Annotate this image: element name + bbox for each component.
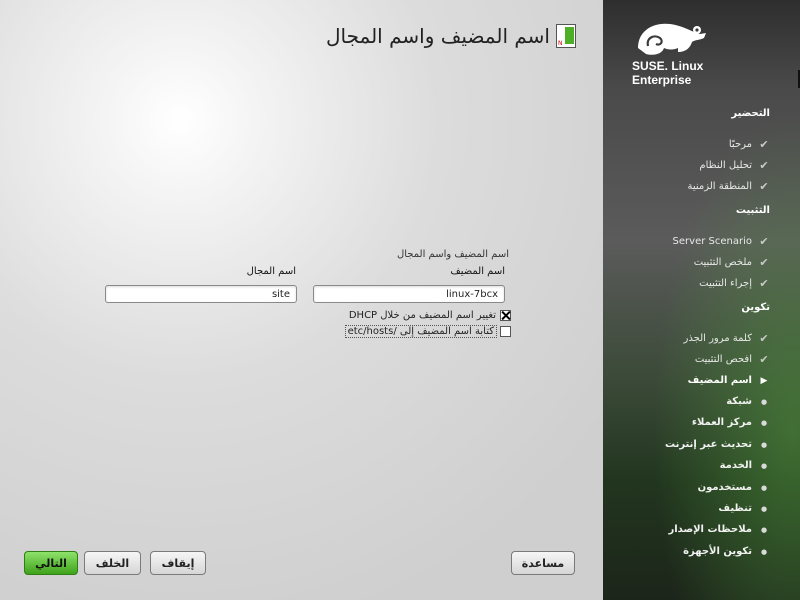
main-panel: اسم المضيف واسم المجال N اسم المضيف واسم… [0,0,603,600]
bullet-icon: ● [760,525,768,534]
step-label: إجراء التثبيت [699,278,752,289]
sidebar-step: ● مركز العملاء [692,417,770,428]
etchosts-checkbox-label: كتابة اسم المضيف إلى /etc/hosts [344,325,498,338]
check-icon: ✔ [759,256,769,269]
section-title-installation: التثبيت [735,205,770,216]
step-label: تحليل النظام [699,160,752,171]
dhcp-checkbox[interactable] [500,310,511,321]
step-label: مركز العملاء [691,417,752,428]
sidebar-step: ✔ إجراء التثبيت [699,277,770,290]
etchosts-checkbox-row[interactable]: كتابة اسم المضيف إلى /etc/hosts [344,325,511,338]
sidebar-step: ✔ تحليل النظام [699,159,770,172]
bullet-icon: ● [760,440,768,449]
step-label: تنظيف [718,503,752,514]
bullet-icon: ● [760,547,768,556]
step-label: الخدمة [719,460,752,471]
step-label: ملخص التثبيت [693,257,752,268]
sidebar-step: ● تحديث عبر إنترنت [665,439,770,450]
etchosts-checkbox[interactable] [500,326,511,337]
sidebar-step: ✔ ملخص التثبيت [694,256,770,269]
suse-chameleon-logo [638,23,706,55]
section-title-preparation: التحضير [731,108,770,119]
page-title: اسم المضيف واسم المجال [325,24,550,48]
step-label: ملاحظات الإصدار [668,524,752,535]
next-button[interactable]: التالي [24,551,78,575]
arrow-right-icon: ▶ [760,375,768,386]
bullet-icon: ● [760,397,768,406]
check-icon: ✔ [759,180,769,193]
step-label: افحص التثبيت [694,354,752,365]
sidebar-step: ● شبكة [726,396,770,407]
dhcp-checkbox-row[interactable]: تغيير اسم المضيف من خلال DHCP [349,310,511,321]
step-label: المنطقة الزمنية [687,181,752,192]
frame-label: اسم المضيف واسم المجال [396,249,509,260]
bullet-icon: ● [760,461,768,470]
check-icon: ✔ [759,159,769,172]
hostname-label: اسم المضيف [450,266,505,277]
step-label: اسم المضيف [687,375,752,386]
sidebar-step: ● ملاحظات الإصدار [668,524,770,535]
check-icon: ✔ [759,235,769,248]
section-title-configuration: تكوين [741,302,770,313]
domain-input[interactable]: site [105,285,297,303]
check-icon: ✔ [759,332,769,345]
step-label: كلمة مرور الجذر [683,333,752,344]
step-label: تكوين الأجهزة [683,546,752,557]
check-icon: ✔ [759,353,769,366]
sidebar-step: ✔ Server Scenario [673,235,770,248]
sidebar-step: ✔ كلمة مرور الجذر [684,332,770,345]
check-icon: ✔ [759,138,769,151]
bullet-icon: ● [760,504,768,513]
step-label: تحديث عبر إنترنت [664,439,752,450]
help-button[interactable]: مساعدة [511,551,575,575]
step-label: شبكة [726,396,752,407]
sidebar-step: ● مستخدمون [698,482,770,493]
sidebar-step-current: ▶ اسم المضيف [688,375,770,386]
check-icon: ✔ [759,277,769,290]
dhcp-checkbox-label: تغيير اسم المضيف من خلال DHCP [348,310,496,321]
abort-button[interactable]: إيقاف [150,551,206,575]
suse-logo-text: SUSE. Linux Enterprise [632,59,703,87]
hostname-input[interactable]: linux-7bcx [313,285,505,303]
back-button[interactable]: الخلف [84,551,141,575]
step-label: Server Scenario [672,236,752,247]
logo-line1: SUSE. Linux [632,59,704,73]
steps-sidebar: SUSE. Linux Enterprise التحضير ✔ مرحبًا ✔… [603,0,800,600]
logo-line2: Enterprise [632,73,692,87]
sidebar-step: ● تنظيف [718,503,770,514]
sidebar-step: ✔ المنطقة الزمنية [687,180,770,193]
page-header: اسم المضيف واسم المجال N [326,24,576,48]
step-label: مستخدمون [697,482,752,493]
bullet-icon: ● [760,483,768,492]
bullet-icon: ● [760,418,768,427]
network-card-icon: N [556,24,576,48]
sidebar-step: ✔ مرحبًا [729,138,770,151]
sidebar-step: ✔ افحص التثبيت [695,353,770,366]
sidebar-step: ● الخدمة [720,460,770,471]
domain-label: اسم المجال [246,266,296,277]
step-label: مرحبًا [728,139,752,150]
sidebar-step: ● تكوين الأجهزة [683,546,770,557]
